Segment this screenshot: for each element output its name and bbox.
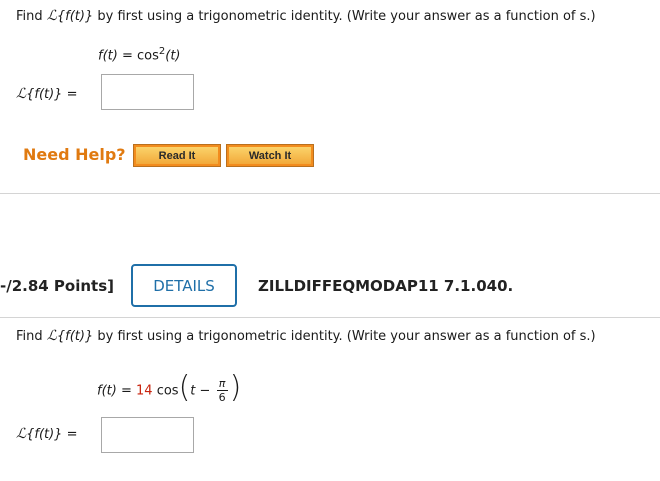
section-divider <box>0 193 660 194</box>
question-2-answer-input[interactable] <box>101 417 194 453</box>
laplace-arg: {f(t)} <box>26 87 63 102</box>
laplace-symbol: ℒ <box>46 328 57 344</box>
formula-lhs: f(t) <box>98 48 118 64</box>
laplace-arg: {f(t)} <box>26 427 63 442</box>
instruction-prefix: Find <box>16 329 47 344</box>
details-button[interactable]: DETAILS <box>131 264 237 307</box>
laplace-symbol: ℒ <box>16 86 27 102</box>
laplace-arg: {f(t)} <box>56 9 94 24</box>
question-2-formula: f(t) = 14 cos(t − π 6) <box>97 373 241 406</box>
question-1-answer-label: ℒ{f(t)} = <box>16 86 77 102</box>
instruction-suffix: by first using a trigonometric identity.… <box>93 9 596 24</box>
laplace-arg: {f(t)} <box>56 329 94 344</box>
instruction-prefix: Find <box>16 9 47 24</box>
question-2-id: ZILLDIFFEQMODAP11 7.1.040. <box>258 277 514 295</box>
formula-equals: = <box>117 48 137 64</box>
formula-coefficient: 14 <box>136 383 153 399</box>
formula-func: cos <box>156 383 179 399</box>
instruction-suffix: by first using a trigonometric identity.… <box>93 329 596 344</box>
formula-fraction: π6 <box>216 377 228 404</box>
formula-arg: (t) <box>165 48 181 64</box>
question-2-instructions: Find ℒ{f(t)} by first using a trigonomet… <box>16 328 596 344</box>
question-1-answer-input[interactable] <box>101 74 194 110</box>
formula-lhs: f(t) <box>97 383 117 399</box>
question-2-answer-label: ℒ{f(t)} = <box>16 426 77 442</box>
formula-open-paren: ( <box>178 370 191 405</box>
fraction-numerator: π <box>216 377 228 391</box>
answer-equals: = <box>62 87 78 102</box>
formula-func: cos <box>137 48 159 64</box>
formula-equals: = <box>116 383 136 399</box>
laplace-symbol: ℒ <box>46 8 57 24</box>
answer-equals: = <box>62 427 78 442</box>
watch-it-button[interactable]: Watch It <box>226 144 314 167</box>
formula-close-paren: ) <box>229 370 242 405</box>
question-1-instructions: Find ℒ{f(t)} by first using a trigonomet… <box>16 8 596 24</box>
fraction-denominator: 6 <box>218 390 226 404</box>
read-it-button[interactable]: Read It <box>133 144 221 167</box>
question-header-divider <box>0 317 660 318</box>
formula-minus: − <box>195 383 215 399</box>
question-1-formula: f(t) = cos2(t) <box>98 46 181 63</box>
need-help-label: Need Help? <box>23 145 126 164</box>
question-2-points: -/2.84 Points] <box>0 277 115 295</box>
laplace-symbol: ℒ <box>16 426 27 442</box>
